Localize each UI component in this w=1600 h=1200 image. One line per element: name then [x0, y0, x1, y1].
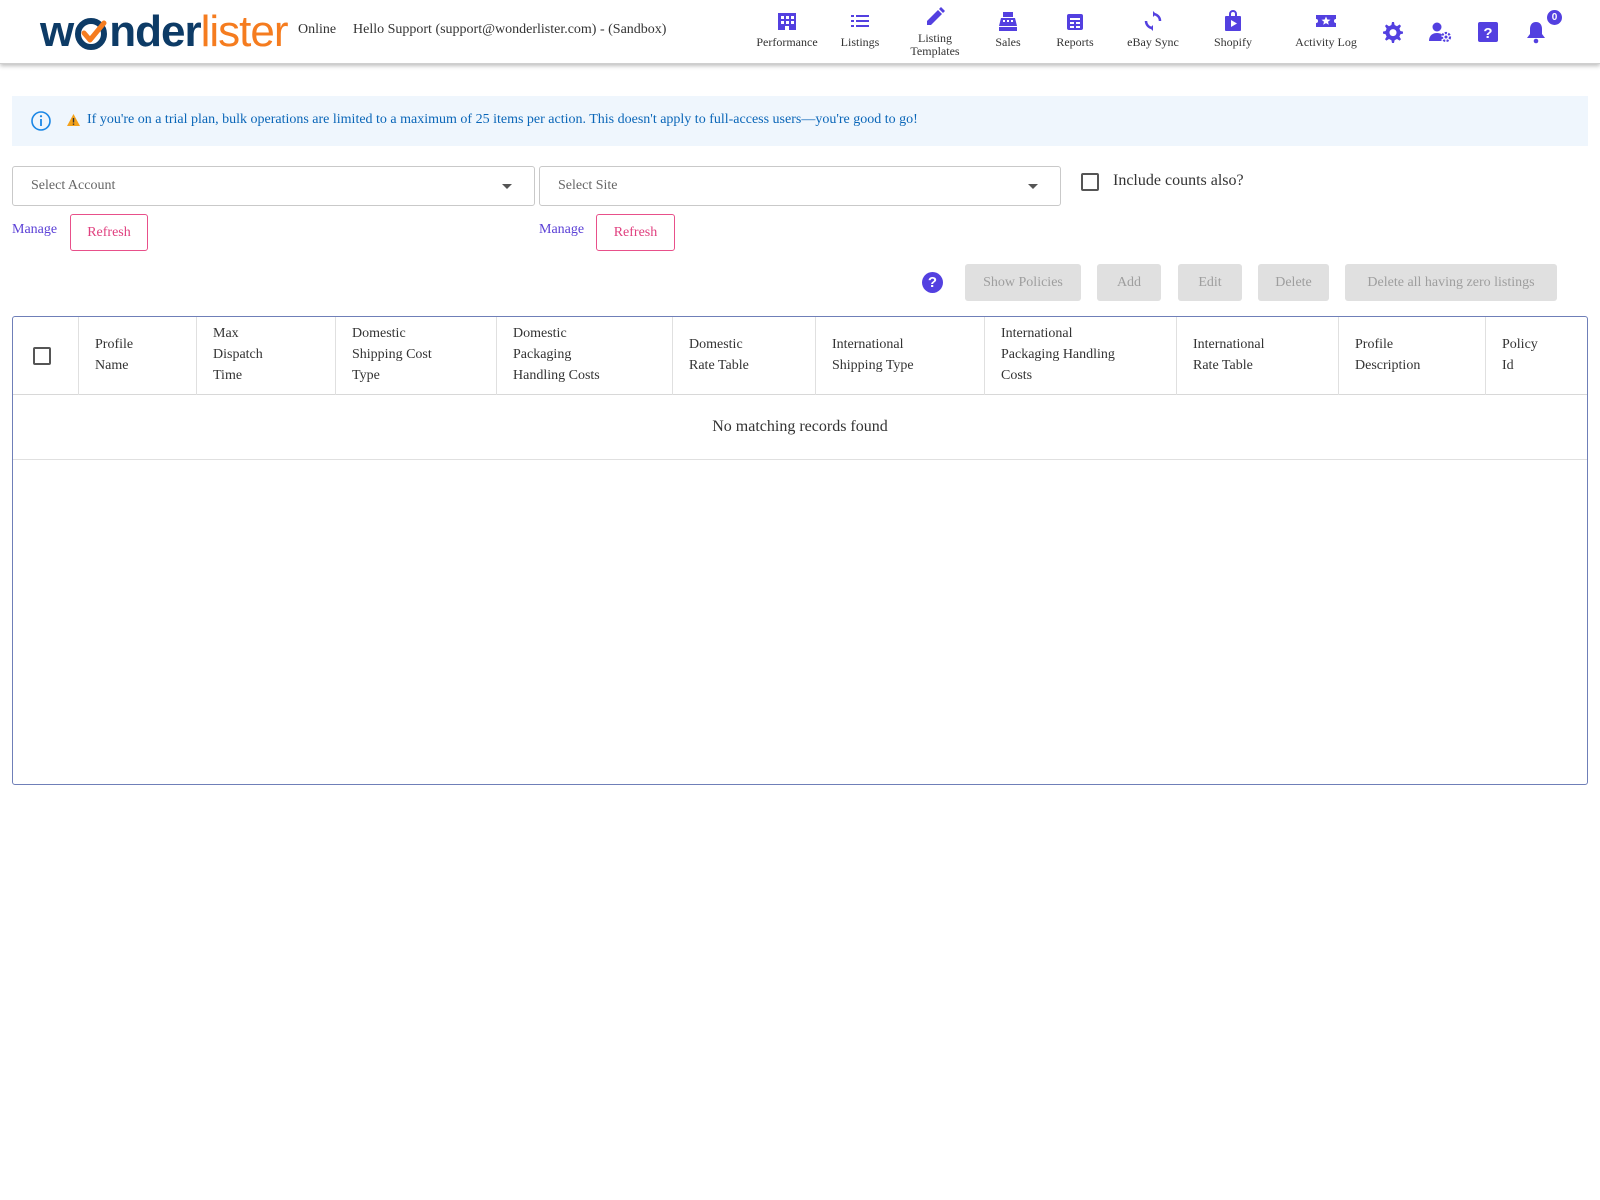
- shipping-profiles-table: Profile Name Max Dispatch Time Domestic …: [12, 316, 1588, 785]
- nav-listings[interactable]: Listings: [836, 10, 884, 49]
- nav-label: Activity Log: [1295, 35, 1357, 49]
- alert-message: If you're on a trial plan, bulk operatio…: [87, 112, 918, 127]
- top-navbar: w nder lister Online Hello Support (supp…: [0, 0, 1600, 64]
- column-header-label: International Shipping Type: [832, 337, 914, 373]
- select-account-placeholder: Select Account: [31, 178, 116, 193]
- manage-sites-link[interactable]: Manage: [539, 222, 584, 238]
- nav-performance[interactable]: Performance: [753, 10, 821, 49]
- add-button[interactable]: Add: [1097, 264, 1161, 301]
- wonderlister-logo[interactable]: w nder lister: [40, 7, 289, 56]
- select-all-checkbox[interactable]: [33, 347, 51, 365]
- ticket-star-icon: [1316, 15, 1336, 27]
- delete-button[interactable]: Delete: [1258, 264, 1329, 301]
- user-settings-icon[interactable]: [1428, 20, 1452, 44]
- column-header[interactable]: International Packaging Handling Costs: [985, 317, 1177, 395]
- bell-icon[interactable]: [1524, 20, 1548, 44]
- column-header[interactable]: Profile Name: [79, 317, 197, 395]
- chevron-down-icon: [502, 184, 512, 189]
- logo-text-lister: lister: [200, 7, 289, 56]
- column-header-label: Policy Id: [1502, 337, 1538, 373]
- shopify-bag-icon: [1225, 10, 1241, 31]
- gear-icon[interactable]: [1380, 20, 1404, 44]
- column-header-label: Profile Description: [1355, 337, 1421, 373]
- include-counts-label[interactable]: Include counts also?: [1113, 172, 1244, 190]
- svg-text:?: ?: [1483, 25, 1492, 42]
- nav-listing-templates[interactable]: Listing Templates: [905, 6, 965, 58]
- nav-activity-log[interactable]: Activity Log: [1290, 10, 1362, 49]
- cash-register-icon: [999, 12, 1017, 31]
- column-header[interactable]: Domestic Rate Table: [673, 317, 816, 395]
- report-icon: [1067, 14, 1083, 30]
- nav-label: Listing Templates: [910, 31, 960, 58]
- nav-reports[interactable]: Reports: [1051, 10, 1099, 49]
- table-header: Profile Name Max Dispatch Time Domestic …: [13, 317, 1587, 395]
- column-header[interactable]: International Shipping Type: [816, 317, 985, 395]
- logo-text-nder: nder: [109, 7, 201, 56]
- column-header-label: Max Dispatch Time: [213, 326, 263, 383]
- nav-label: Performance: [756, 35, 818, 49]
- chevron-down-icon: [1028, 184, 1038, 189]
- select-site-placeholder: Select Site: [558, 178, 618, 193]
- column-header[interactable]: Max Dispatch Time: [197, 317, 336, 395]
- column-header-label: Domestic Rate Table: [689, 337, 749, 373]
- column-header-label: International Packaging Handling Costs: [1001, 326, 1115, 383]
- trial-plan-alert: If you're on a trial plan, bulk operatio…: [12, 96, 1588, 146]
- column-header[interactable]: Profile Description: [1339, 317, 1486, 395]
- column-header-label: Domestic Shipping Cost Type: [352, 326, 432, 383]
- edit-button[interactable]: Edit: [1178, 264, 1242, 301]
- nav-shopify[interactable]: Shopify: [1208, 10, 1258, 49]
- list-icon: [851, 15, 869, 27]
- nav-ebay-sync[interactable]: eBay Sync: [1124, 10, 1182, 49]
- column-header[interactable]: Domestic Shipping Cost Type: [336, 317, 497, 395]
- pencil-icon: [927, 7, 945, 25]
- select-account-dropdown[interactable]: Select Account: [12, 166, 535, 206]
- warning-icon: [67, 114, 80, 126]
- logo-check-icon: [75, 18, 108, 50]
- include-counts-checkbox[interactable]: [1081, 173, 1099, 191]
- manage-accounts-link[interactable]: Manage: [12, 222, 57, 238]
- help-circle-icon[interactable]: ?: [922, 272, 943, 293]
- refresh-sites-button[interactable]: Refresh: [596, 214, 675, 251]
- nav-label: Shopify: [1213, 35, 1252, 49]
- select-all-column: [13, 317, 79, 395]
- sync-icon: [1144, 11, 1162, 31]
- notification-badge: 0: [1547, 10, 1562, 25]
- nav-label: Sales: [995, 35, 1021, 49]
- column-header[interactable]: Policy Id: [1486, 317, 1587, 395]
- nav-sales[interactable]: Sales: [985, 10, 1031, 49]
- nav-label: Reports: [1056, 35, 1094, 49]
- delete-zero-listings-button[interactable]: Delete all having zero listings: [1345, 264, 1557, 301]
- building-icon: [778, 13, 796, 30]
- column-header[interactable]: International Rate Table: [1177, 317, 1339, 395]
- column-header-label: Domestic Packaging Handling Costs: [513, 326, 600, 383]
- column-header[interactable]: Domestic Packaging Handling Costs: [497, 317, 673, 395]
- info-icon: [31, 111, 51, 131]
- empty-table-message: No matching records found: [13, 395, 1587, 460]
- column-header-label: International Rate Table: [1193, 337, 1265, 373]
- connection-status: Online: [298, 22, 337, 37]
- show-policies-button[interactable]: Show Policies: [965, 264, 1081, 301]
- nav-label: eBay Sync: [1127, 35, 1179, 49]
- select-site-dropdown[interactable]: Select Site: [539, 166, 1061, 206]
- refresh-accounts-button[interactable]: Refresh: [70, 214, 148, 251]
- user-greeting: Hello Support (support@wonderlister.com)…: [353, 22, 667, 37]
- nav-label: Listings: [840, 35, 880, 49]
- column-header-label: Profile Name: [95, 337, 134, 373]
- help-icon[interactable]: ?: [1476, 20, 1500, 44]
- logo-text-w: w: [40, 7, 74, 56]
